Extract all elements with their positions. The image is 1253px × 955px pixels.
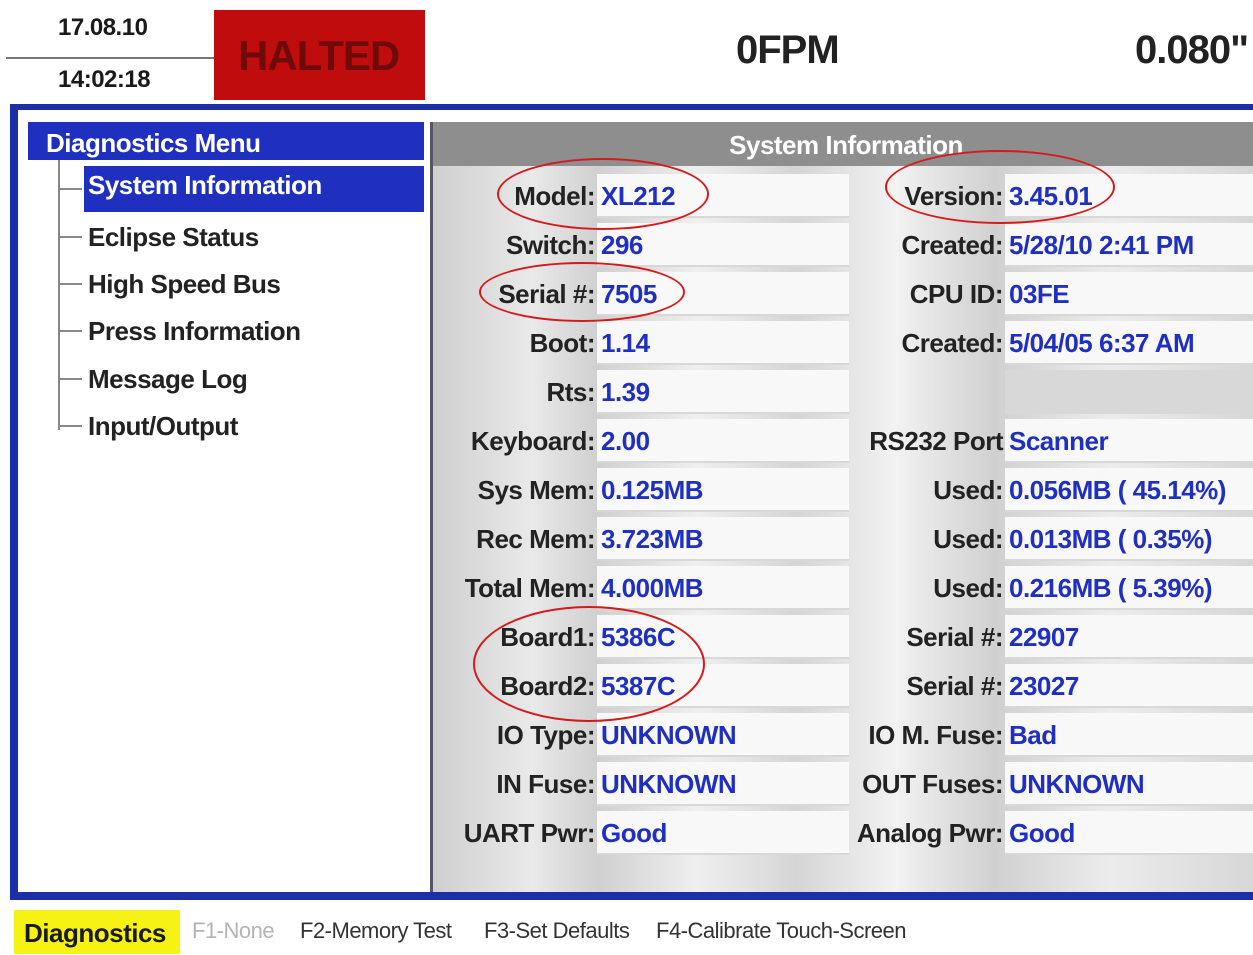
mode-indicator: Diagnostics xyxy=(14,910,180,954)
field-label: Used: xyxy=(933,524,1003,554)
f3-set-defaults-key[interactable]: F3-Set Defaults xyxy=(484,918,630,944)
menu-item-label: Press Information xyxy=(88,316,301,346)
field-value: 3.45.01 xyxy=(1005,174,1253,218)
menu-item-message-log[interactable]: Message Log xyxy=(58,356,424,400)
date-display: 17.08.10 xyxy=(58,14,148,41)
info-row-analog-pwr: Analog Pwr: Good xyxy=(433,811,1253,855)
menu-item-press-information[interactable]: Press Information xyxy=(58,308,424,352)
tree-branch xyxy=(58,188,82,190)
info-row-version: Version: 3.45.01 xyxy=(433,174,1253,218)
field-label: RS232 Port xyxy=(869,426,1003,456)
info-row-rec-mem-used: Used: 0.013MB ( 0.35%) xyxy=(433,517,1253,561)
menu-item-label: Input/Output xyxy=(88,411,238,441)
field-value: 0.056MB ( 45.14%) xyxy=(1005,468,1253,512)
field-value: 5/28/10 2:41 PM xyxy=(1005,223,1253,267)
menu-item-system-information[interactable]: System Information xyxy=(58,166,424,212)
info-row-out-fuses: OUT Fuses: UNKNOWN xyxy=(433,762,1253,806)
tree-branch xyxy=(58,236,82,238)
field-label: Created: xyxy=(901,328,1004,358)
tree-branch xyxy=(58,378,82,380)
field-label: CPU ID: xyxy=(909,279,1004,309)
f2-memory-test-key[interactable]: F2-Memory Test xyxy=(300,918,452,944)
info-row-total-mem-used: Used: 0.216MB ( 5.39%) xyxy=(433,566,1253,610)
info-row-cpu-id: CPU ID: 03FE xyxy=(433,272,1253,316)
menu-item-label: Message Log xyxy=(88,364,248,394)
field-value: 22907 xyxy=(1005,615,1253,659)
diagnostics-menu-title: Diagnostics Menu xyxy=(28,122,424,160)
thickness-readout: 0.080" xyxy=(1135,28,1249,72)
field-label: Analog Pwr: xyxy=(856,818,1004,848)
field-value: Scanner xyxy=(1005,419,1253,463)
info-row-board1-serial: Serial #: 22907 xyxy=(433,615,1253,659)
menu-item-eclipse-status[interactable]: Eclipse Status xyxy=(58,214,424,258)
info-row-io-m-fuse: IO M. Fuse: Bad xyxy=(433,713,1253,757)
field-label: OUT Fuses: xyxy=(862,769,1003,799)
info-row-board2-serial: Serial #: 23027 xyxy=(433,664,1253,708)
time-display: 14:02:18 xyxy=(58,66,151,93)
function-key-bar: Diagnostics F1-None F2-Memory Test F3-Se… xyxy=(0,906,1253,955)
f1-none-key[interactable]: F1-None xyxy=(192,918,275,944)
info-row-empty xyxy=(433,370,1253,414)
field-label: Serial #: xyxy=(906,671,1003,701)
menu-item-label: High Speed Bus xyxy=(88,269,281,299)
field-value: 0.013MB ( 0.35%) xyxy=(1005,517,1253,561)
panel-title: System Information xyxy=(729,130,963,160)
status-header: 17.08.10 14:02:18 HALTED 0FPM 0.080" xyxy=(0,0,1253,104)
info-row-rs232-port: RS232 Port Scanner xyxy=(433,419,1253,463)
field-value: Good xyxy=(1005,811,1253,855)
datetime-divider xyxy=(6,57,214,59)
machine-status-text: HALTED xyxy=(238,32,400,79)
speed-readout: 0FPM xyxy=(736,28,840,72)
menu-item-high-speed-bus[interactable]: High Speed Bus xyxy=(58,261,424,305)
field-value: UNKNOWN xyxy=(1005,762,1253,806)
system-information-panel: System Information Model: XL212 Switch: … xyxy=(430,122,1253,892)
panel-title-bar: System Information xyxy=(433,122,1253,166)
field-value: 23027 xyxy=(1005,664,1253,708)
field-label: IO M. Fuse: xyxy=(868,720,1003,750)
tree-branch xyxy=(58,425,82,427)
field-label: Used: xyxy=(933,573,1003,603)
field-value: 0.216MB ( 5.39%) xyxy=(1005,566,1253,610)
info-row-created: Created: 5/28/10 2:41 PM xyxy=(433,223,1253,267)
menu-item-label: System Information xyxy=(84,166,424,212)
field-value: 03FE xyxy=(1005,272,1253,316)
tree-branch xyxy=(58,283,82,285)
info-row-sys-mem-used: Used: 0.056MB ( 45.14%) xyxy=(433,468,1253,512)
field-value: 5/04/05 6:37 AM xyxy=(1005,321,1253,365)
field-label: Serial #: xyxy=(906,622,1003,652)
field-value xyxy=(1005,370,1253,414)
field-label: Created: xyxy=(901,230,1004,260)
tree-branch xyxy=(58,330,82,332)
f4-calibrate-touch-screen-key[interactable]: F4-Calibrate Touch-Screen xyxy=(656,918,907,944)
field-label: Version: xyxy=(904,181,1003,211)
field-value: Bad xyxy=(1005,713,1253,757)
machine-status-badge: HALTED xyxy=(214,10,425,100)
main-frame: Diagnostics Menu System Information Ecli… xyxy=(10,104,1253,900)
menu-item-label: Eclipse Status xyxy=(88,222,259,252)
info-row-cpu-created: Created: 5/04/05 6:37 AM xyxy=(433,321,1253,365)
menu-item-input-output[interactable]: Input/Output xyxy=(58,403,424,447)
field-label: Used: xyxy=(933,475,1003,505)
